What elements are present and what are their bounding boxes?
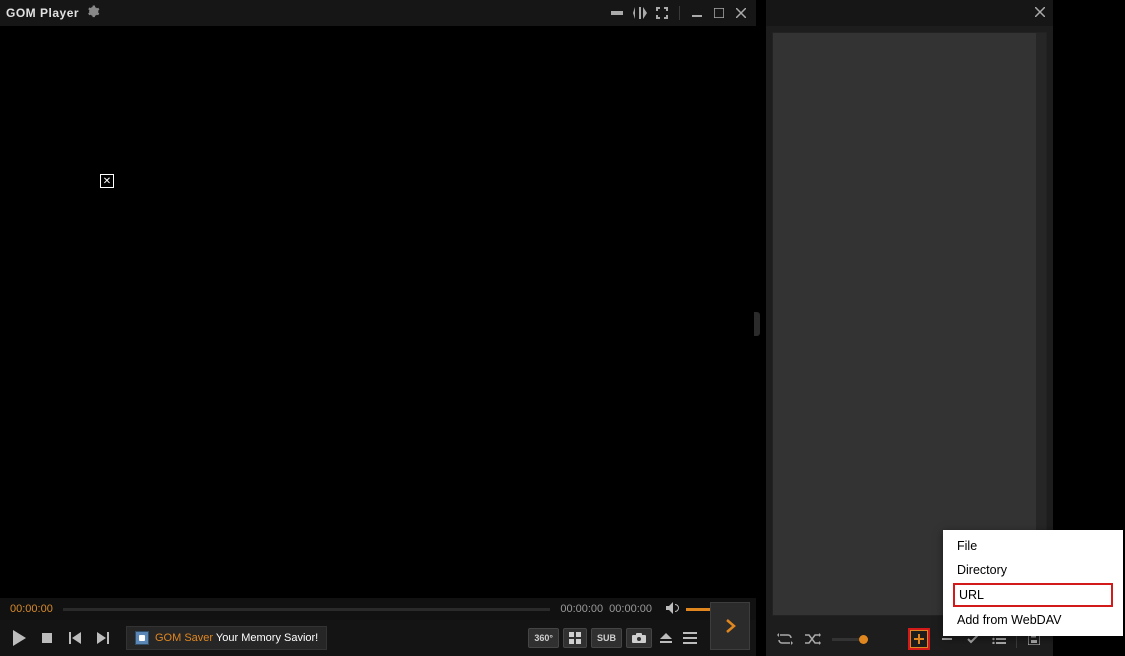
shuffle-button[interactable] [804,630,822,648]
title-buttons [609,4,750,22]
titlebar: GOM Player [0,0,756,26]
seek-slider[interactable] [63,608,551,611]
titlebar-separator [679,6,680,20]
settings-gear-icon[interactable] [87,5,100,21]
compact-mode-icon[interactable] [609,4,627,22]
panel-grip[interactable] [754,312,760,336]
screenshot-button[interactable] [626,628,652,648]
add-button[interactable] [910,630,928,648]
promo-icon [135,631,149,645]
add-context-menu: File Directory URL Add from WebDAV [943,530,1123,636]
time-total: 00:00:00 [609,603,652,615]
brand-bold: GOM [6,6,36,20]
video-area[interactable]: ✕ [0,26,756,598]
play-button[interactable] [10,626,28,650]
playlist-close-icon[interactable] [1035,6,1045,20]
360-button[interactable]: 360° [528,628,559,648]
brand-light: Player [36,6,79,20]
menu-item-file[interactable]: File [943,534,1123,558]
menu-item-directory[interactable]: Directory [943,558,1123,582]
pip-icon[interactable] [631,4,649,22]
add-button-highlight [908,628,930,650]
promo-text: GOM Saver Your Memory Savior! [155,632,318,644]
menu-button[interactable] [680,628,700,648]
promo-accent: GOM Saver [155,632,213,644]
promo-banner[interactable]: GOM Saver Your Memory Savior! [126,626,327,650]
controls-bar: GOM Saver Your Memory Savior! 360° SUB [0,620,756,656]
app-title: GOM Player [6,6,79,20]
menu-item-url[interactable]: URL [953,583,1113,607]
close-icon[interactable] [732,4,750,22]
playlist-titlebar [766,0,1053,26]
stop-button[interactable] [38,626,56,650]
seekbar-row: 00:00:00 00:00:00 00:00:00 [0,598,756,620]
volume-icon[interactable] [666,602,680,617]
subtitle-button[interactable]: SUB [591,628,622,648]
promo-rest: Your Memory Savior! [213,632,318,644]
menu-item-webdav[interactable]: Add from WebDAV [943,608,1123,632]
repeat-button[interactable] [776,630,794,648]
aspect-button[interactable] [563,628,587,648]
right-controls: 360° SUB [528,628,700,648]
broken-image-icon: ✕ [100,174,114,188]
prev-button[interactable] [66,626,84,650]
fullscreen-icon[interactable] [653,4,671,22]
time-elapsed: 00:00:00 [10,603,53,615]
minimize-icon[interactable] [688,4,706,22]
time-current: 00:00:00 [560,603,603,615]
maximize-icon[interactable] [710,4,728,22]
playlist-scrollbar[interactable] [1036,33,1046,615]
playlist-body[interactable] [772,32,1047,616]
open-playlist-button[interactable] [710,602,750,650]
eject-button[interactable] [656,628,676,648]
next-button[interactable] [94,626,112,650]
player-window: GOM Player [0,0,756,656]
playlist-slider[interactable] [832,638,868,641]
